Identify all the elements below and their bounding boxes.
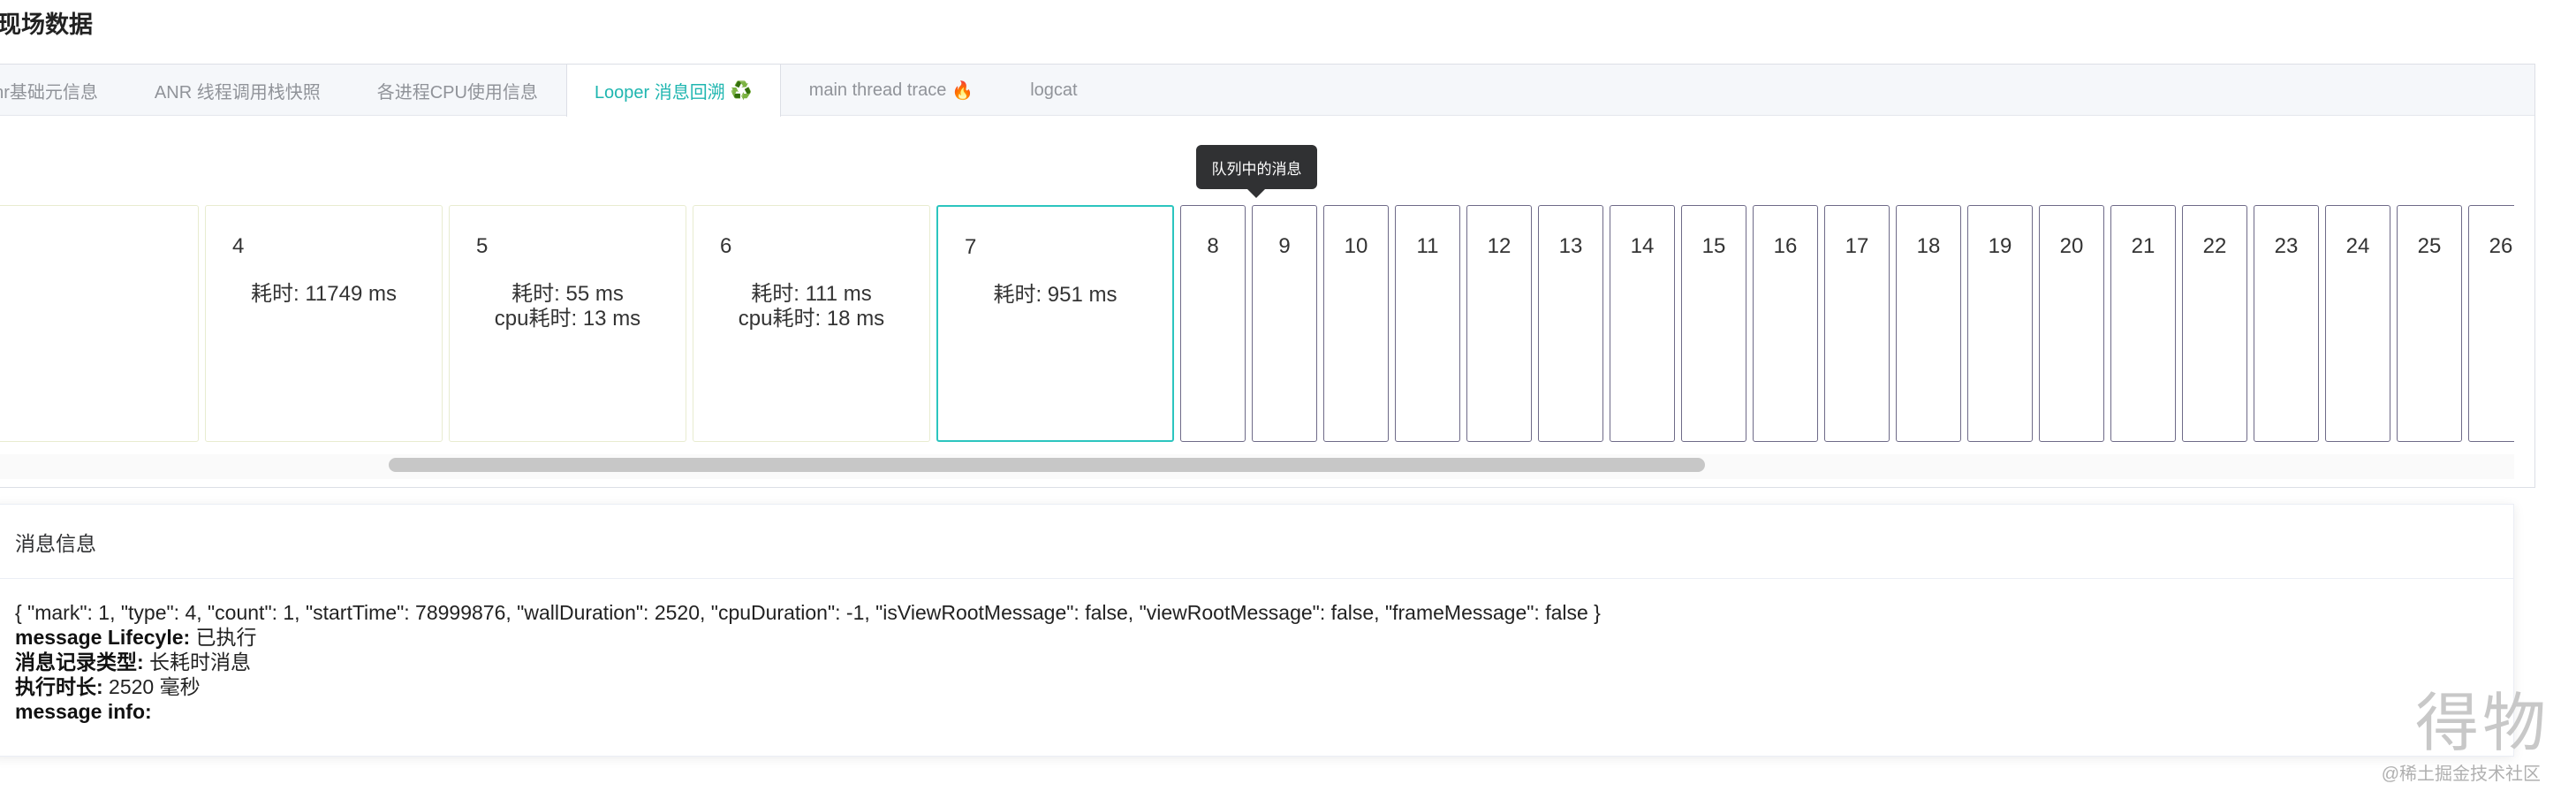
queued-message-index: 21 — [2131, 234, 2156, 258]
queued-message-index: 26 — [2489, 234, 2513, 258]
queued-message-index: 16 — [1773, 234, 1798, 258]
message-index: 7 — [965, 235, 977, 259]
queued-message-box[interactable]: 13 — [1538, 205, 1603, 442]
queued-message-box[interactable]: 23 — [2254, 205, 2319, 442]
message-wall-time: 耗时: 951 ms — [993, 283, 1118, 307]
queued-message-box[interactable]: 9 — [1252, 205, 1317, 442]
message-box[interactable] — [0, 205, 199, 442]
message-info: message info: — [15, 699, 2513, 724]
tab-looper-history[interactable]: Looper 消息回溯 ♻️ — [565, 65, 781, 117]
message-json: { "mark": 1, "type": 4, "count": 1, "sta… — [15, 601, 1601, 624]
message-box-selected[interactable]: 7 耗时: 951 ms — [936, 205, 1174, 442]
queued-message-box[interactable]: 19 — [1967, 205, 2033, 442]
tab-bar: anr基础元信息 ANR 线程调用栈快照 各进程CPU使用信息 Looper 消… — [0, 65, 2534, 117]
queued-message-index: 15 — [1701, 234, 1726, 258]
queued-message-index: 22 — [2202, 234, 2227, 258]
queued-message-index: 11 — [1416, 234, 1439, 258]
message-wall-time: 耗时: 11749 ms — [251, 282, 397, 306]
tab-label: anr基础元信息 — [0, 83, 98, 103]
message-lifecycle-value: 已执行 — [190, 626, 257, 649]
tab-main-thread-trace[interactable]: main thread trace 🔥 — [781, 65, 1003, 117]
queued-message-box[interactable]: 22 — [2182, 205, 2247, 442]
tab-process-cpu[interactable]: 各进程CPU使用信息 — [349, 65, 566, 117]
tab-label: logcat — [1030, 80, 1078, 100]
fire-icon: 🔥 — [951, 81, 974, 101]
queued-message-box[interactable]: 12 — [1466, 205, 1532, 442]
queued-message-tooltip: 队列中的消息 — [1196, 145, 1317, 198]
queued-message-box[interactable]: 26 — [2468, 205, 2514, 442]
queued-message-box[interactable]: 15 — [1681, 205, 1746, 442]
message-cpu-time: cpu耗时: 18 ms — [738, 307, 885, 331]
queued-message-index: 12 — [1487, 234, 1512, 258]
queued-message-index: 17 — [1845, 234, 1869, 258]
community-watermark: @稀土掘金技术社区 — [2381, 765, 2541, 784]
message-duration: 执行时长: 2520 毫秒 — [15, 674, 2513, 699]
queued-message-index: 20 — [2059, 234, 2084, 258]
queued-message-box[interactable]: 16 — [1753, 205, 1818, 442]
message-box[interactable]: 4 耗时: 11749 ms — [205, 205, 443, 442]
message-lifecycle-label: message Lifecyle: — [15, 626, 191, 649]
brand-watermark: 得物 — [2414, 686, 2549, 760]
page: 细现场数据 anr基础元信息 ANR 线程调用栈快照 各进程CPU使用信息 Lo… — [0, 0, 2576, 799]
tab-label: main thread trace — [808, 80, 947, 100]
message-info-header: 消息信息 — [0, 505, 2513, 579]
message-record-type-value: 长耗时消息 — [143, 651, 252, 673]
tab-anr-meta[interactable]: anr基础元信息 — [0, 65, 126, 117]
message-info-card: 消息信息 { "mark": 1, "type": 4, "count": 1,… — [0, 504, 2514, 757]
tab-anr-thread-stack[interactable]: ANR 线程调用栈快照 — [126, 65, 349, 117]
timeline-scrollbar-thumb[interactable] — [389, 458, 1705, 472]
message-info-body: { "mark": 1, "type": 4, "count": 1, "sta… — [0, 579, 2513, 724]
message-detail: 耗时: 11749 ms — [206, 282, 442, 307]
message-index: 6 — [720, 234, 732, 258]
message-cpu-time: cpu耗时: 13 ms — [494, 307, 641, 331]
message-lifecycle: message Lifecyle: 已执行 — [15, 625, 2513, 650]
message-index: 4 — [232, 234, 245, 258]
queued-message-index: 23 — [2274, 234, 2299, 258]
message-duration-label: 执行时长: — [15, 675, 103, 698]
recycle-icon: ♻️ — [730, 81, 753, 101]
tab-label: ANR 线程调用栈快照 — [154, 83, 321, 103]
message-detail: 耗时: 951 ms — [938, 283, 1172, 308]
queued-message-box[interactable]: 18 — [1896, 205, 1961, 442]
message-record-type: 消息记录类型: 长耗时消息 — [15, 650, 2513, 674]
message-info-label: message info: — [15, 700, 152, 723]
tab-logcat[interactable]: logcat — [1002, 65, 1105, 117]
queued-message-box[interactable]: 17 — [1824, 205, 1890, 442]
message-wall-time: 耗时: 111 ms — [751, 282, 872, 306]
queued-message-index: 14 — [1630, 234, 1655, 258]
message-record-type-label: 消息记录类型: — [15, 651, 144, 673]
message-wall-time: 耗时: 55 ms — [511, 282, 624, 306]
section-title: 细现场数据 — [0, 11, 93, 38]
queued-message-box[interactable]: 11 — [1395, 205, 1460, 442]
message-index: 5 — [476, 234, 489, 258]
queued-message-index: 9 — [1278, 234, 1291, 258]
queued-message-index: 18 — [1916, 234, 1941, 258]
queued-message-index: 19 — [1988, 234, 2012, 258]
message-box[interactable]: 6 耗时: 111 ms cpu耗时: 18 ms — [693, 205, 930, 442]
tab-label: 各进程CPU使用信息 — [376, 83, 538, 103]
message-detail: 耗时: 111 ms cpu耗时: 18 ms — [693, 282, 929, 331]
queued-message-index: 25 — [2417, 234, 2442, 258]
queued-message-index: 10 — [1344, 234, 1368, 258]
queued-message-index: 8 — [1207, 234, 1219, 258]
queued-message-index: 24 — [2345, 234, 2370, 258]
queued-message-box[interactable]: 25 — [2397, 205, 2462, 442]
queued-message-box[interactable]: 24 — [2325, 205, 2390, 442]
queued-message-box[interactable]: 8 — [1180, 205, 1246, 442]
queued-message-box[interactable]: 20 — [2039, 205, 2104, 442]
message-box[interactable]: 5 耗时: 55 ms cpu耗时: 13 ms — [449, 205, 686, 442]
message-duration-value: 2520 毫秒 — [102, 675, 201, 698]
queued-message-box[interactable]: 10 — [1323, 205, 1389, 442]
queued-message-box[interactable]: 14 — [1610, 205, 1675, 442]
tab-label: Looper 消息回溯 — [594, 83, 725, 103]
queued-message-box[interactable]: 21 — [2110, 205, 2176, 442]
message-timeline[interactable]: 4 耗时: 11749 ms 5 耗时: 55 ms cpu耗时: 13 ms … — [0, 203, 2514, 442]
message-detail: 耗时: 55 ms cpu耗时: 13 ms — [450, 282, 686, 331]
queued-message-index: 13 — [1558, 234, 1583, 258]
